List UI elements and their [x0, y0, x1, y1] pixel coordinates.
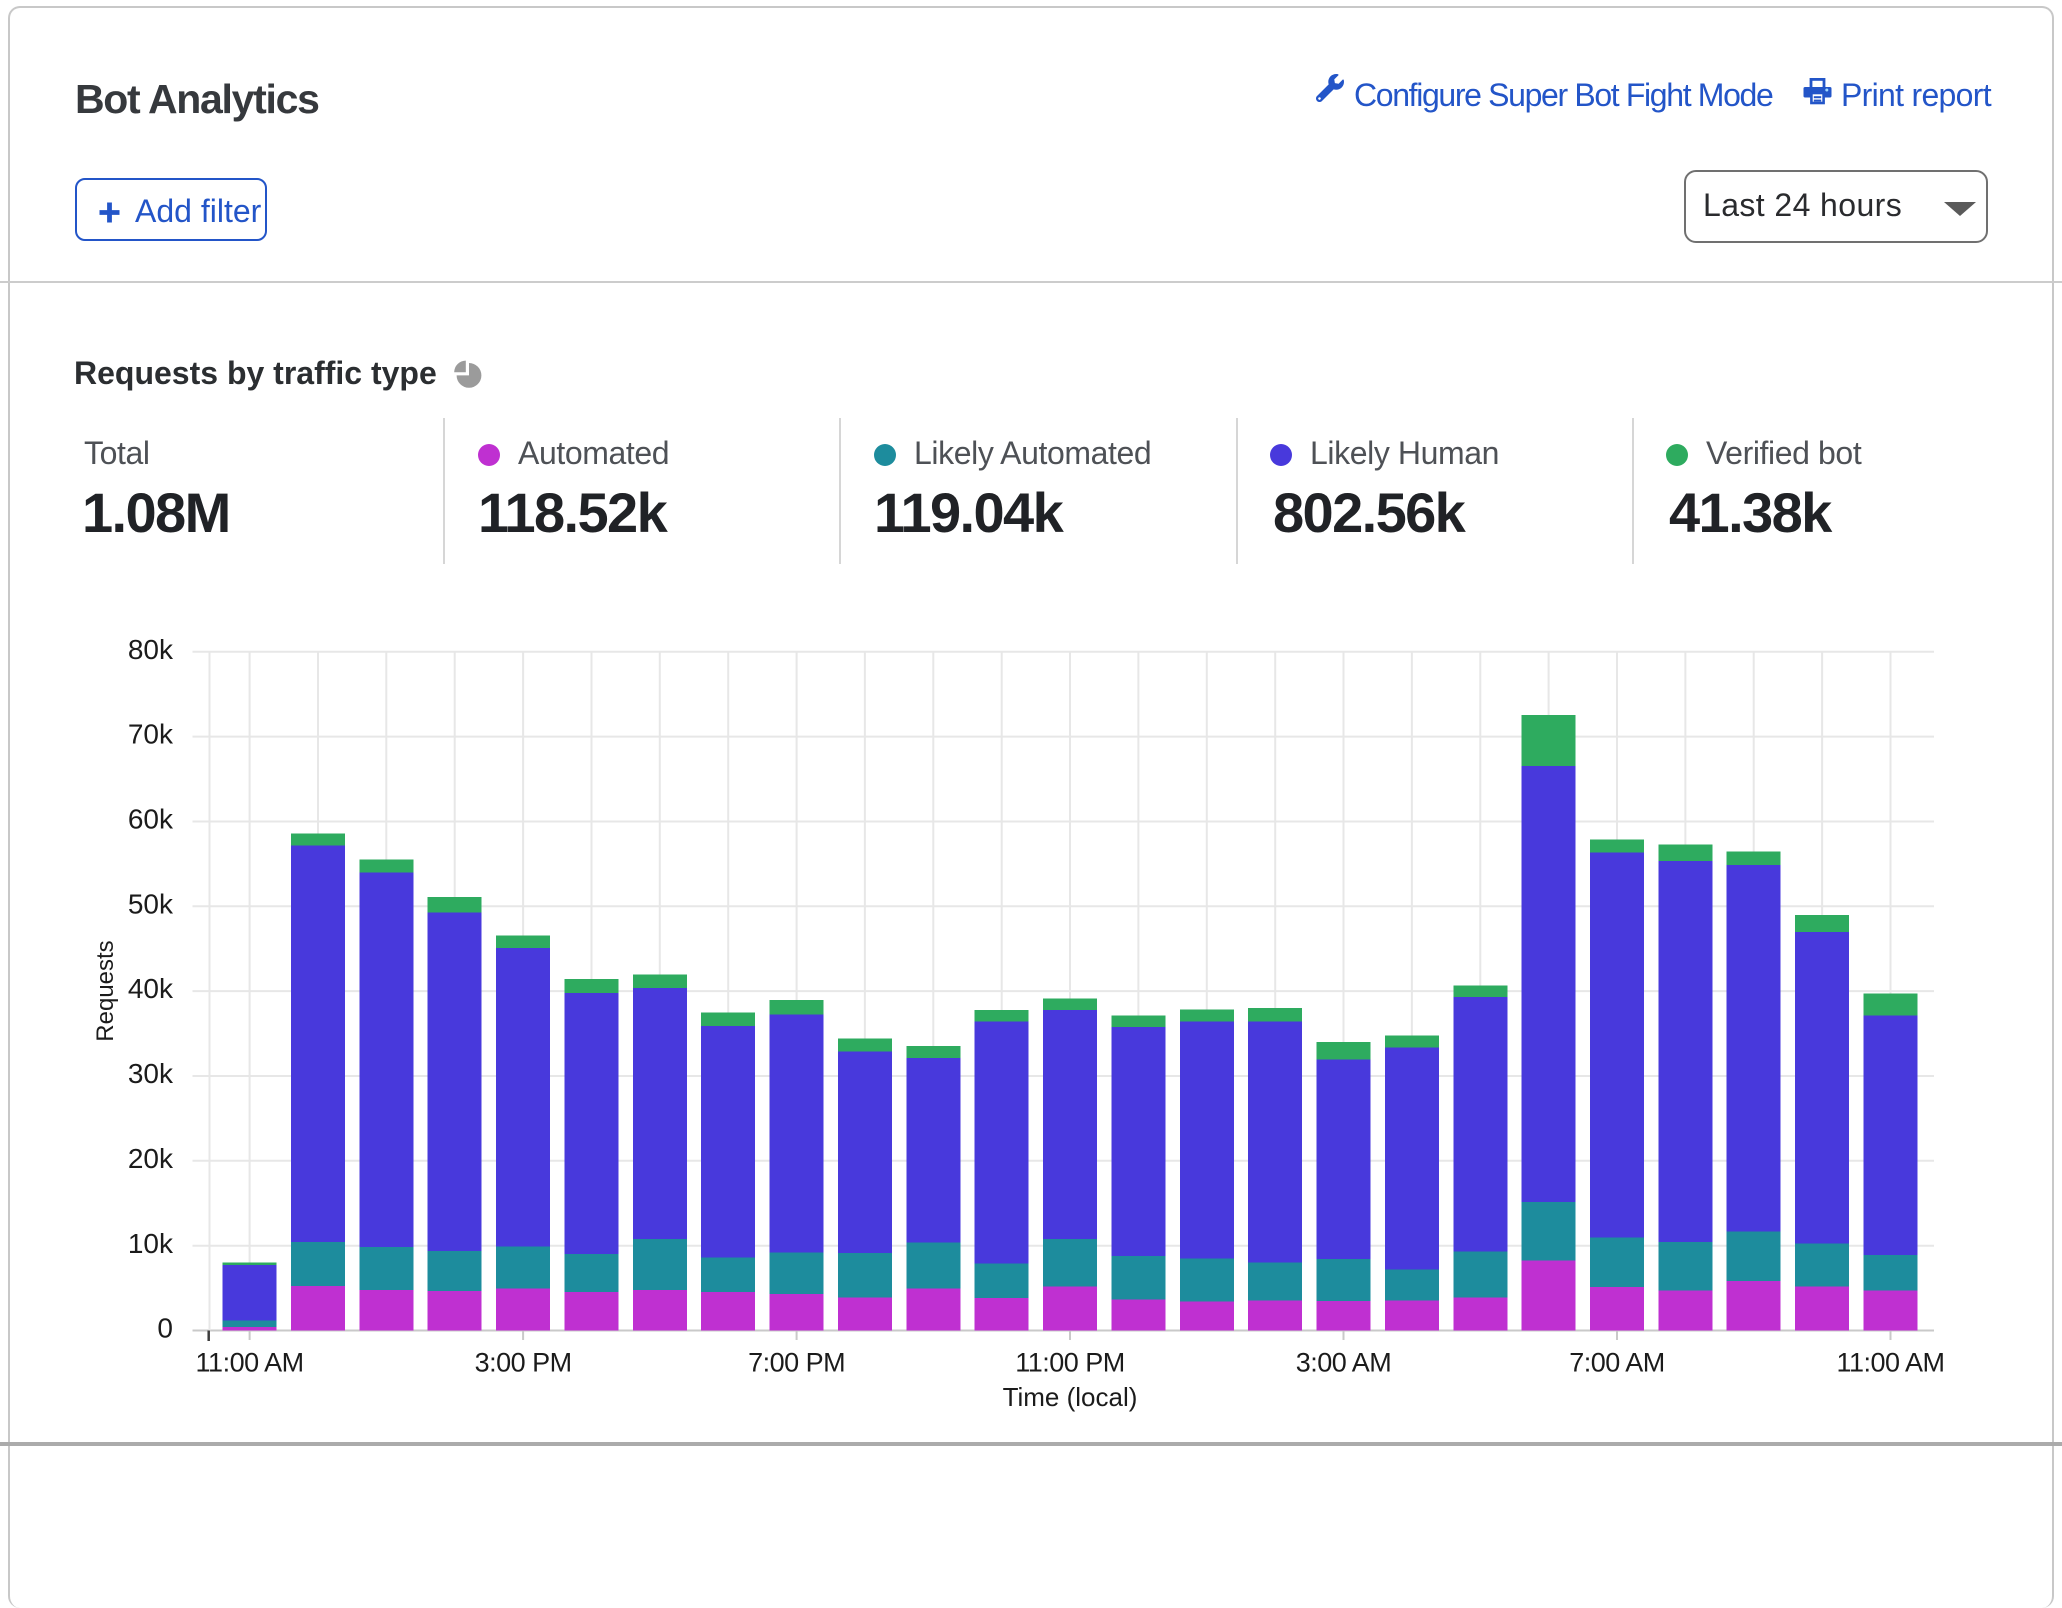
svg-text:3:00 PM: 3:00 PM: [475, 1348, 572, 1378]
svg-text:40k: 40k: [128, 973, 174, 1004]
svg-text:30k: 30k: [128, 1058, 174, 1089]
svg-text:Requests: Requests: [92, 940, 119, 1041]
svg-text:80k: 80k: [128, 634, 174, 665]
svg-text:60k: 60k: [128, 804, 174, 835]
svg-text:11:00 AM: 11:00 AM: [196, 1348, 304, 1378]
svg-text:10k: 10k: [128, 1228, 174, 1259]
svg-text:70k: 70k: [128, 719, 174, 750]
svg-text:20k: 20k: [128, 1143, 174, 1174]
svg-text:0: 0: [157, 1313, 173, 1344]
svg-text:11:00 AM: 11:00 AM: [1836, 1348, 1944, 1378]
svg-text:Time (local): Time (local): [1003, 1382, 1138, 1412]
svg-text:11:00 PM: 11:00 PM: [1015, 1348, 1125, 1378]
svg-text:3:00 AM: 3:00 AM: [1296, 1348, 1392, 1378]
svg-text:50k: 50k: [128, 888, 174, 919]
svg-text:7:00 AM: 7:00 AM: [1569, 1348, 1665, 1378]
svg-text:7:00 PM: 7:00 PM: [748, 1348, 845, 1378]
